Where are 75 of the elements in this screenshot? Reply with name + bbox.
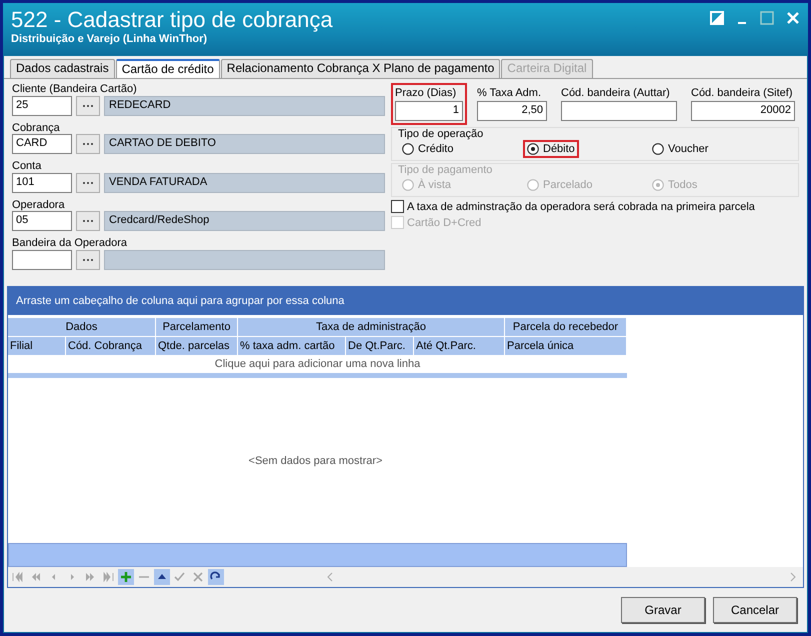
empty-message: <Sem dados para mostrar>: [248, 454, 382, 466]
code-field[interactable]: CARD: [12, 134, 72, 154]
group-panel-hint: Arraste um cabeçalho de coluna aqui para agrupar por essa coluna: [16, 295, 344, 307]
column-header[interactable]: Qtde. parcelas: [156, 336, 238, 355]
tab[interactable]: Relacionamento Cobrança X Plano de pagamento: [220, 59, 500, 78]
checkbox-label: A taxa de adminstração da operadora será cobrada na primeira parcela: [407, 200, 755, 212]
band-header: Taxa de administração: [238, 318, 505, 336]
column-header[interactable]: Cód. Cobrança: [66, 336, 156, 355]
option-label: Crédito: [418, 143, 454, 155]
field-label: Operadora: [12, 198, 66, 212]
lookup-button[interactable]: [76, 172, 100, 193]
field-label: Prazo (Dias): [395, 87, 458, 101]
lookup-button[interactable]: [76, 134, 100, 154]
number-field[interactable]: 20002: [691, 101, 795, 121]
dialog-button[interactable]: Cancelar: [713, 597, 797, 623]
code-field[interactable]: 25: [12, 96, 72, 116]
group-title: Tipo de pagamento: [398, 164, 492, 176]
option-label: À vista: [418, 179, 452, 191]
number-field[interactable]: 1: [395, 101, 463, 121]
field-label: Cód. bandeira (Sitef): [691, 87, 794, 101]
description-field: Credcard/RedeShop: [104, 211, 385, 232]
tab[interactable]: Dados cadastrais: [10, 59, 115, 78]
ellipsis-icon: [82, 142, 94, 146]
new-row-prompt[interactable]: Clique aqui para adicionar uma nova linha: [8, 355, 627, 378]
column-header[interactable]: De Qt.Parc.: [346, 336, 414, 355]
option-label: Débito: [543, 143, 575, 155]
ellipsis-icon: [82, 104, 94, 108]
field-label: Cód. bandeira (Auttar): [561, 87, 671, 101]
window-title: 522 - Cadastrar tipo de cobrança: [11, 7, 333, 33]
checkbox-label: Cartão D+Cred: [407, 216, 482, 228]
option-label: Todos: [668, 179, 698, 191]
description-field: REDECARD: [104, 96, 385, 116]
band-header: Parcela do recebedor: [505, 318, 627, 336]
code-field[interactable]: 101: [12, 172, 72, 193]
lookup-button[interactable]: [76, 96, 100, 116]
scroll-right-icon[interactable]: [789, 572, 797, 582]
band-header: Parcelamento: [156, 318, 238, 336]
option-label: Voucher: [668, 143, 708, 155]
group-title: Tipo de operação: [398, 128, 484, 140]
radio-button[interactable]: [652, 143, 664, 155]
restore-icon[interactable]: [710, 11, 724, 25]
field-label: % Taxa Adm.: [477, 87, 542, 101]
dialog-button[interactable]: Gravar: [621, 597, 705, 623]
description-field: CARTAO DE DEBITO: [104, 134, 385, 154]
option-label: Parcelado: [543, 179, 593, 191]
field-label: Cobrança: [12, 122, 61, 134]
band-header: Dados: [8, 318, 156, 336]
scroll-left-icon[interactable]: [326, 572, 334, 582]
code-field[interactable]: [12, 250, 72, 270]
lookup-button[interactable]: [76, 250, 100, 270]
column-header[interactable]: % taxa adm. cartão: [238, 336, 346, 355]
up-icon[interactable]: [154, 569, 170, 585]
ellipsis-icon: [82, 258, 94, 262]
radio-button[interactable]: [402, 143, 414, 155]
code-field[interactable]: 05: [12, 211, 72, 232]
column-header[interactable]: Até Qt.Parc.: [414, 336, 505, 355]
number-field[interactable]: 2,50: [477, 101, 547, 121]
field-label: Bandeira da Operadora: [12, 237, 128, 250]
checkbox[interactable]: [391, 200, 404, 213]
tab[interactable]: Cartão de crédito: [116, 59, 220, 78]
field-label: Cliente (Bandeira Cartão): [12, 83, 138, 96]
window-subtitle: Distribuição e Varejo (Linha WinThor): [11, 33, 208, 45]
refresh-icon[interactable]: [208, 569, 224, 585]
column-header[interactable]: Parcela única: [505, 336, 627, 355]
maximize-icon[interactable]: [760, 11, 774, 25]
close-icon[interactable]: [786, 11, 800, 25]
description-field: VENDA FATURADA: [104, 172, 385, 193]
column-header[interactable]: Filial: [8, 336, 66, 355]
number-field[interactable]: [561, 101, 677, 121]
ellipsis-icon: [82, 219, 94, 224]
field-label: Conta: [12, 160, 42, 173]
lookup-button[interactable]: [76, 211, 100, 232]
radio-button[interactable]: [527, 143, 539, 155]
add-icon[interactable]: [118, 569, 134, 585]
ellipsis-icon: [82, 180, 94, 185]
